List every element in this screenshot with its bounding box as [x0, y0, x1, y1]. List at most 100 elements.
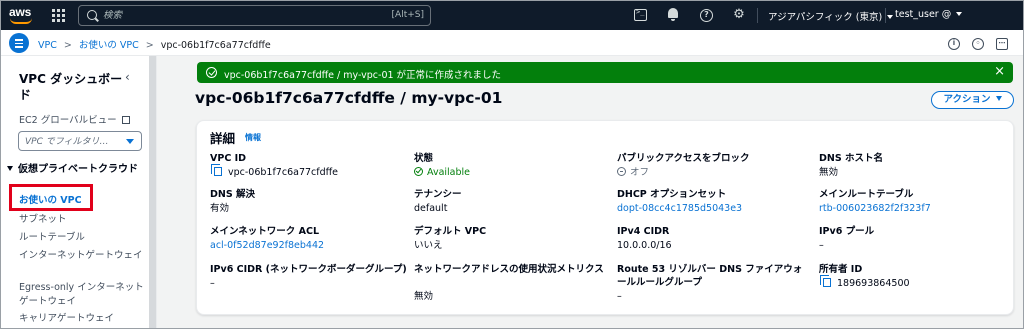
details-title: 詳細 — [210, 131, 236, 146]
dns-resolution-label: DNS 解決 — [210, 189, 255, 200]
ipv6-cidr-value: – — [210, 278, 215, 289]
sidebar-item-ec2-global-view[interactable]: EC2 グローバルビュー — [19, 112, 130, 126]
owner-id-value: 189693864500 — [820, 275, 910, 290]
feedback-icon[interactable]: ⋯ — [996, 38, 1008, 50]
breadcrumb-current: vpc-06b1f7c6a77cfdffe — [160, 40, 271, 51]
state-value: Available — [414, 166, 470, 179]
ipv4-cidr-label: IPv4 CIDR — [617, 226, 670, 237]
ipv6-cidr-label: IPv6 CIDR (ネットワークボーダーグループ) — [210, 264, 407, 275]
aws-logo-text: aws — [9, 5, 32, 19]
main-route-table-label: メインルートテーブル — [819, 189, 914, 200]
collapse-sidebar-icon[interactable]: ‹ — [125, 70, 130, 84]
settings-icon[interactable]: ◦ — [972, 38, 984, 50]
public-access-text: オフ — [630, 167, 650, 178]
net-addr-metrics-label: ネットワークアドレスの使用状況メトリクス — [414, 264, 604, 275]
gear-icon[interactable]: ⚙ — [732, 8, 746, 22]
main-acl-label: メインネットワーク ACL — [210, 226, 319, 237]
tenancy-value: default — [414, 203, 448, 214]
flash-message: vpc-06b1f7c6a77cfdffe / my-vpc-01 が正常に作成… — [224, 70, 502, 81]
region-label: アジアパシフィック (東京) — [768, 12, 883, 23]
public-access-value: オフ — [617, 166, 649, 179]
sidebar-section-vpc[interactable]: 仮想プライベートクラウド — [7, 163, 142, 177]
page-title: vpc-06b1f7c6a77cfdffe / my-vpc-01 — [195, 89, 503, 107]
user-label: test_user @ — [895, 9, 952, 20]
chevron-down-icon — [887, 15, 894, 19]
vpc-id-text: vpc-06b1f7c6a77cfdffe — [228, 167, 339, 178]
check-circle-icon — [206, 67, 217, 78]
search-input[interactable] — [103, 8, 353, 23]
chevron-right-icon: > — [63, 40, 72, 51]
dns-resolution-value: 有効 — [210, 203, 230, 214]
sidebar-item-internet-gateways[interactable]: インターネットゲートウェイ — [19, 249, 143, 263]
dns-hostnames-value: 無効 — [819, 167, 839, 178]
status-off-icon — [617, 167, 626, 176]
menu-button[interactable] — [9, 33, 29, 53]
dns-hostnames-label: DNS ホスト名 — [819, 153, 883, 164]
cloudshell-icon[interactable] — [634, 8, 647, 21]
default-vpc-label: デフォルト VPC — [414, 226, 487, 237]
vpc-id-value: vpc-06b1f7c6a77cfdffe — [211, 164, 339, 179]
aws-smile-icon — [10, 18, 32, 24]
sidebar-item-route-tables[interactable]: ルートテーブル — [19, 231, 85, 245]
default-vpc-value: いいえ — [414, 240, 443, 251]
bell-icon[interactable] — [668, 8, 678, 21]
tenancy-label: テナンシー — [414, 189, 462, 200]
details-panel: 詳細 情報 VPC ID vpc-06b1f7c6a77cfdffe DNS 解… — [196, 120, 1014, 315]
top-navigation: aws [Alt+S] ? ⚙ アジアパシフィック (東京) test_user… — [1, 1, 1023, 30]
grid-icon[interactable] — [52, 9, 65, 22]
nav-divider — [757, 8, 758, 23]
caret-down-icon — [7, 166, 13, 171]
success-flash-banner: vpc-06b1f7c6a77cfdffe / my-vpc-01 が正常に作成… — [197, 62, 1013, 83]
highlight-box — [9, 184, 93, 211]
chevron-down-icon — [956, 12, 963, 16]
dhcp-link[interactable]: dopt-08cc4c1785d5043e3 — [617, 202, 742, 215]
copy-icon[interactable] — [211, 164, 222, 176]
search-box[interactable]: [Alt+S] — [78, 5, 431, 26]
sidebar-title[interactable]: VPC ダッシュボード — [19, 71, 129, 103]
search-shortcut-hint: [Alt+S] — [391, 10, 424, 20]
app-window: aws [Alt+S] ? ⚙ アジアパシフィック (東京) test_user… — [0, 0, 1024, 329]
aws-logo[interactable]: aws — [9, 5, 39, 25]
sidebar-scrollbar[interactable] — [149, 56, 156, 328]
breadcrumb-vpc[interactable]: VPC — [38, 40, 57, 51]
search-icon — [87, 10, 97, 20]
external-link-icon — [121, 116, 130, 124]
vpc-filter-input[interactable] — [25, 135, 121, 148]
main-content: vpc-06b1f7c6a77cfdffe / my-vpc-01 が正常に作成… — [157, 56, 1023, 328]
user-menu[interactable]: test_user @ — [895, 9, 963, 20]
breadcrumb-bar: VPC > お使いの VPC > vpc-06b1f7c6a77cfdffe i ◦ ⋯ — [1, 30, 1023, 56]
help-icon[interactable]: ? — [700, 9, 713, 22]
chevron-right-icon: > — [145, 40, 154, 51]
actions-button[interactable]: アクション — [931, 91, 1014, 109]
info-icon[interactable]: i — [948, 38, 960, 50]
dhcp-label: DHCP オプションセット — [617, 189, 727, 200]
sidebar-section-label: 仮想プライベートクラウド — [18, 164, 138, 175]
region-selector[interactable]: アジアパシフィック (東京) — [768, 9, 894, 23]
route53-value: – — [617, 291, 622, 302]
main-route-table-link[interactable]: rtb-006023682f2f323f7 — [819, 202, 931, 215]
breadcrumb-your-vpcs[interactable]: お使いの VPC — [79, 40, 139, 51]
state-text: Available — [427, 167, 471, 178]
ipv4-cidr-value: 10.0.0.0/16 — [617, 240, 672, 251]
breadcrumb: VPC > お使いの VPC > vpc-06b1f7c6a77cfdffe — [38, 37, 271, 51]
status-ok-icon — [414, 167, 423, 176]
nav-divider — [885, 8, 886, 23]
actions-button-label: アクション — [943, 94, 991, 105]
vpc-filter-select[interactable] — [18, 131, 142, 151]
net-addr-metrics-value: 無効 — [414, 291, 434, 302]
info-link[interactable]: 情報 — [245, 132, 261, 143]
ipv6-pool-label: IPv6 プール — [819, 226, 875, 237]
main-acl-link[interactable]: acl-0f52d87e92f8eb442 — [210, 239, 324, 252]
caret-down-icon — [995, 96, 1002, 101]
route53-label: Route 53 リゾルバー DNS ファイアウォールルールグループ — [617, 264, 803, 288]
owner-id-text: 189693864500 — [837, 278, 910, 289]
copy-icon[interactable] — [820, 275, 831, 287]
sidebar-item-subnets[interactable]: サブネット — [19, 213, 67, 227]
chevron-down-icon — [126, 139, 134, 144]
sidebar-item-carrier-gateways[interactable]: キャリアゲートウェイ — [19, 312, 114, 326]
state-label: 状態 — [414, 153, 434, 164]
sidebar-item-egress-only-igw[interactable]: Egress-only インターネットゲートウェイ — [19, 281, 145, 309]
ipv6-pool-value: – — [819, 240, 824, 251]
close-icon[interactable]: × — [994, 64, 1005, 79]
public-access-label: パブリックアクセスをブロック — [617, 153, 750, 164]
